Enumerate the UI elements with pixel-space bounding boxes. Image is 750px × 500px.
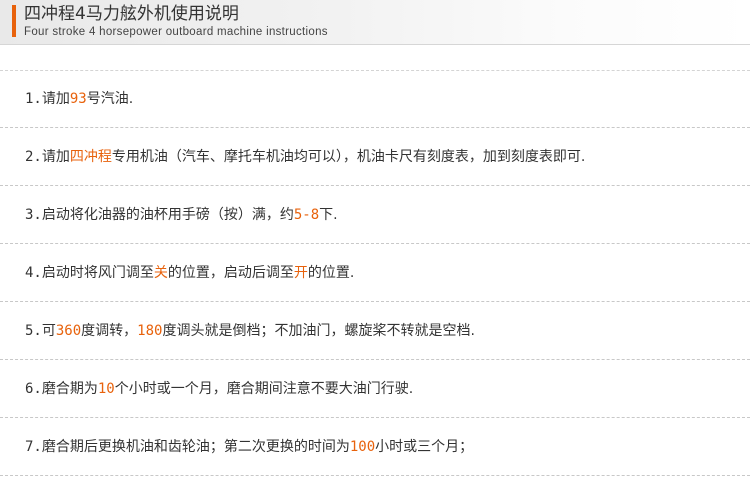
highlight-value: 5-8 [293, 207, 320, 223]
instruction-segment: 启动将化油器的油杯用手磅（按）满，约 [41, 207, 294, 223]
page-subtitle: Four stroke 4 horsepower outboard machin… [24, 26, 328, 38]
highlight-term: 四冲程 [69, 149, 112, 165]
instruction-segment: 可 [41, 323, 56, 339]
instruction-segment: 的位置. [307, 265, 355, 281]
instruction-segment: 启动时将风门调至 [41, 265, 154, 281]
instruction-text: 5.可360度调转，180度调头就是倒档；不加油门，螺旋桨不转就是空档. [25, 322, 475, 340]
instruction-segment: 磨合期为 [41, 381, 98, 397]
instruction-item: 7.磨合期后更换机油和齿轮油；第二次更换的时间为100小时或三个月； [0, 418, 750, 476]
instruction-segment: 度调头就是倒档；不加油门，螺旋桨不转就是空档. [162, 323, 475, 339]
instruction-segment: 号汽油. [86, 91, 134, 107]
highlight-term: 关 [153, 265, 168, 281]
highlight-value: 180 [137, 323, 163, 339]
instruction-segment: 度调转， [81, 323, 138, 339]
highlight-value: 10 [97, 381, 115, 397]
item-number: 7. [25, 439, 42, 455]
header-banner: 四冲程4马力舷外机使用说明 Four stroke 4 horsepower o… [0, 0, 750, 44]
item-number: 5. [25, 323, 42, 339]
highlight-term: 开 [293, 265, 308, 281]
instruction-text: 7.磨合期后更换机油和齿轮油；第二次更换的时间为100小时或三个月； [25, 438, 473, 456]
instruction-text: 1.请加93号汽油. [25, 90, 133, 108]
instruction-segment: 专用机油（汽车、摩托车机油均可以），机油卡尺有刻度表，加到刻度表即可. [111, 149, 586, 165]
instruction-text: 4.启动时将风门调至关的位置，启动后调至开的位置. [25, 264, 354, 282]
header-accent-bar [12, 5, 16, 37]
instruction-item: 2.请加四冲程专用机油（汽车、摩托车机油均可以），机油卡尺有刻度表，加到刻度表即… [0, 128, 750, 186]
instruction-item: 5.可360度调转，180度调头就是倒档；不加油门，螺旋桨不转就是空档. [0, 302, 750, 360]
highlight-value: 100 [349, 439, 376, 455]
instruction-segment: 的位置，启动后调至 [167, 265, 294, 281]
instruction-text: 6.磨合期为10个小时或一个月，磨合期间注意不要大油门行驶. [25, 380, 413, 398]
instruction-item: 3.启动将化油器的油杯用手磅（按）满，约5-8下. [0, 186, 750, 244]
instruction-item: 4.启动时将风门调至关的位置，启动后调至开的位置. [0, 244, 750, 302]
instruction-item: 1.请加93号汽油. [0, 70, 750, 128]
instruction-segment: 个小时或一个月，磨合期间注意不要大油门行驶. [114, 381, 414, 397]
instruction-text: 3.启动将化油器的油杯用手磅（按）满，约5-8下. [25, 206, 338, 224]
highlight-value: 360 [55, 323, 82, 339]
instruction-text: 2.请加四冲程专用机油（汽车、摩托车机油均可以），机油卡尺有刻度表，加到刻度表即… [25, 148, 585, 166]
item-number: 4. [25, 265, 42, 281]
instruction-segment: 请加 [41, 149, 70, 165]
item-divider [0, 475, 750, 476]
page-title: 四冲程4马力舷外机使用说明 [24, 4, 239, 24]
header-divider [0, 44, 750, 45]
instruction-segment: 请加 [41, 91, 70, 107]
item-number: 2. [25, 149, 42, 165]
instruction-segment: 磨合期后更换机油和齿轮油；第二次更换的时间为 [41, 439, 350, 455]
item-number: 6. [25, 381, 42, 397]
instruction-segment: 下. [319, 207, 338, 223]
highlight-value: 93 [69, 91, 87, 107]
instruction-item: 6.磨合期为10个小时或一个月，磨合期间注意不要大油门行驶. [0, 360, 750, 418]
item-number: 1. [25, 91, 42, 107]
item-number: 3. [25, 207, 42, 223]
instruction-list: 1.请加93号汽油. 2.请加四冲程专用机油（汽车、摩托车机油均可以），机油卡尺有… [0, 70, 750, 476]
instruction-segment: 小时或三个月； [375, 439, 474, 455]
